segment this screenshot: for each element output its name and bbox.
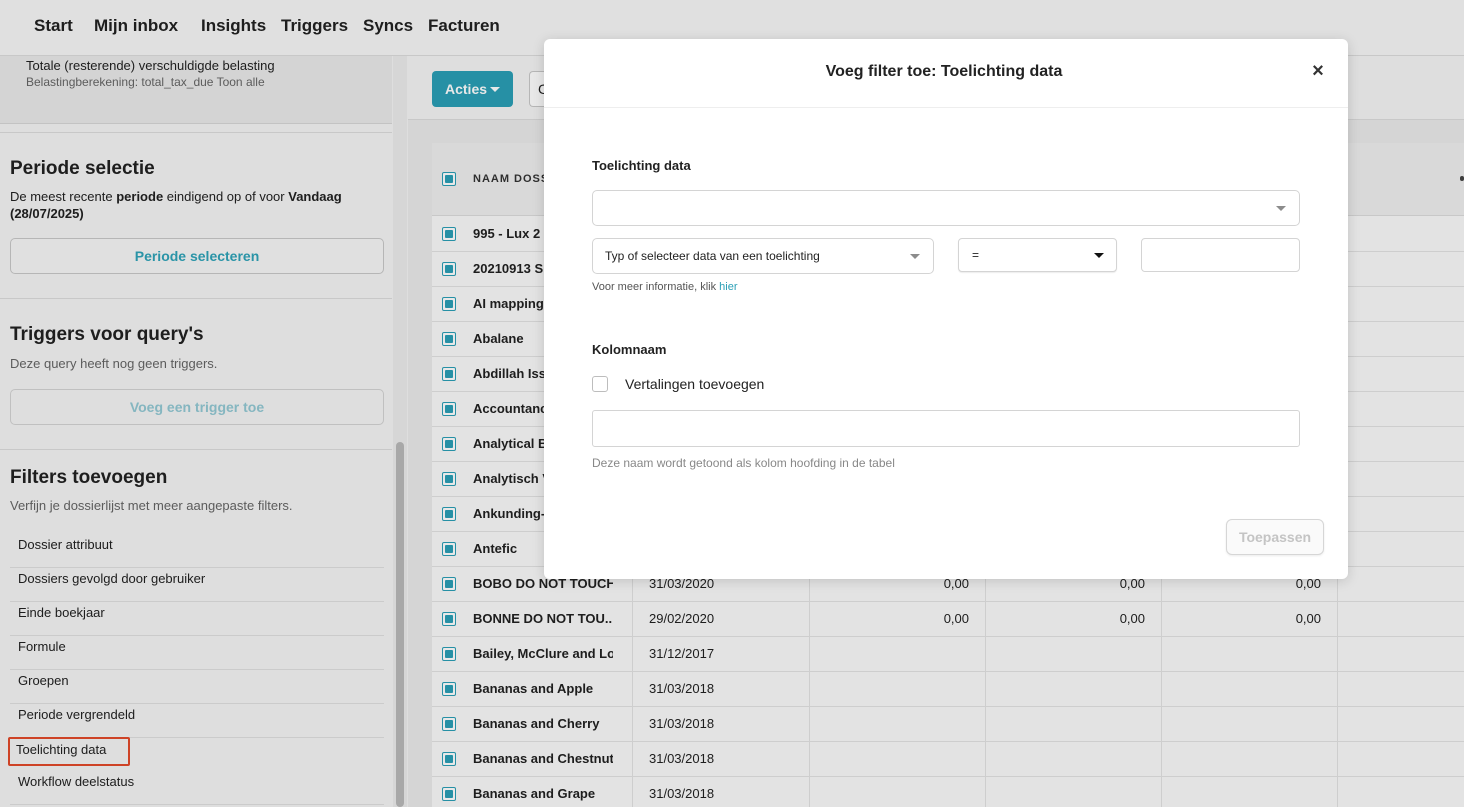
apply-button[interactable]: Toepassen	[1226, 519, 1324, 555]
caret-down-icon	[910, 254, 920, 259]
translations-checkbox-label[interactable]: Vertalingen toevoegen	[625, 376, 764, 392]
filter-value-input[interactable]	[1141, 238, 1300, 272]
caret-down-icon	[1094, 253, 1104, 258]
toelichting-data-label: Toelichting data	[592, 158, 691, 173]
data-type-select-value: Typ of selecteer data van een toelichtin…	[605, 249, 820, 263]
info-text: Voor meer informatie, klik hier	[592, 281, 738, 293]
column-name-help: Deze naam wordt getoond als kolom hoofdi…	[592, 456, 895, 470]
column-name-input[interactable]	[592, 410, 1300, 447]
info-link[interactable]: hier	[719, 281, 737, 293]
toelichting-select[interactable]	[592, 190, 1300, 226]
kolomnaam-label: Kolomnaam	[592, 342, 667, 357]
divider	[544, 107, 1348, 108]
data-type-select[interactable]: Typ of selecteer data van een toelichtin…	[592, 238, 934, 274]
operator-value: =	[972, 248, 980, 262]
add-filter-modal: Voeg filter toe: Toelichting data × Toel…	[544, 39, 1348, 579]
operator-select[interactable]: =	[958, 238, 1117, 272]
modal-title: Voeg filter toe: Toelichting data	[825, 63, 1063, 80]
caret-down-icon	[1276, 206, 1286, 211]
translations-checkbox[interactable]	[592, 376, 608, 392]
close-icon[interactable]: ×	[1310, 61, 1326, 81]
